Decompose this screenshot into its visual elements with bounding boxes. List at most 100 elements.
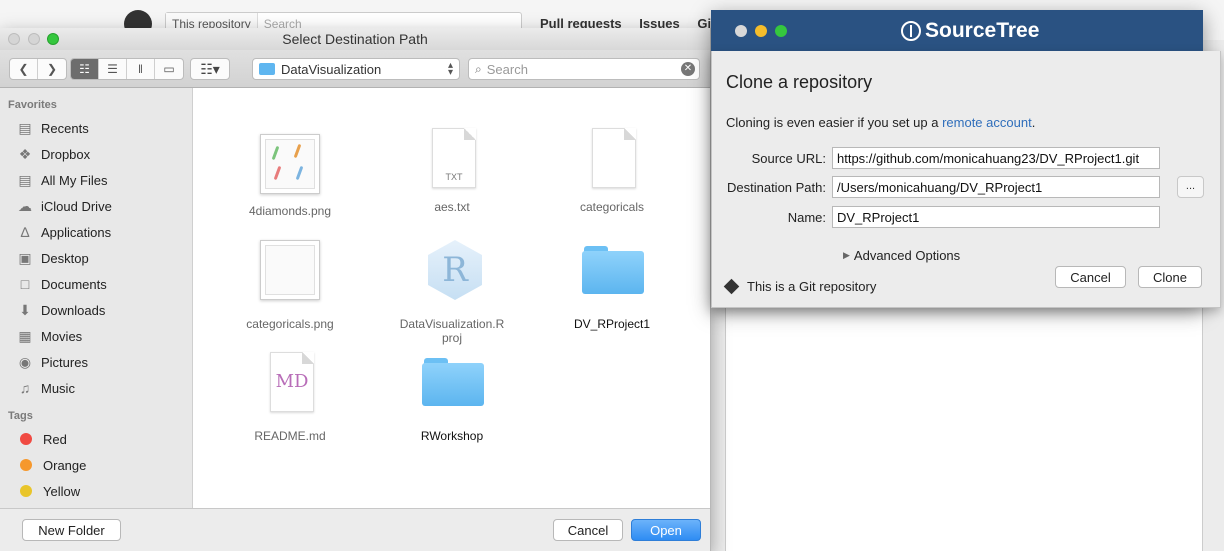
file-item[interactable]: TXT aes.txt — [377, 128, 527, 214]
all-files-icon: ▤ — [18, 171, 32, 188]
file-name: categoricals — [579, 200, 645, 214]
view-switcher: ☷ ☰ ‖ ▭ — [70, 58, 184, 80]
sourcetree-logo-icon — [901, 21, 921, 41]
cancel-button[interactable]: Cancel — [553, 519, 623, 541]
folder-icon — [582, 246, 644, 294]
finder-toolbar: ❮ ❯ ☷ ☰ ‖ ▭ ☷▾ DataVisualization ▴ ▾ ⌕ Se… — [0, 50, 710, 88]
advanced-options-label: Advanced Options — [853, 248, 961, 263]
file-item[interactable]: 4diamonds.png — [215, 134, 365, 218]
intro-prefix: Cloning is even easier if you set up a — [726, 115, 943, 130]
sidebar-label: Movies — [41, 328, 83, 344]
file-item[interactable]: R DataVisualization.R proj — [377, 240, 527, 345]
clone-button[interactable]: Clone — [1138, 266, 1202, 288]
sidebar-label: Applications — [41, 224, 112, 240]
sidebar-item-applications[interactable]: ∆ Applications — [0, 219, 192, 245]
sidebar-tag-orange[interactable]: Orange — [0, 452, 192, 478]
file-name: DV_RProject1 — [573, 317, 651, 331]
destination-label: Destination Path: — [726, 179, 826, 195]
new-folder-button[interactable]: New Folder — [22, 519, 121, 541]
column-view-icon[interactable]: ‖ — [127, 59, 155, 79]
dialog-title: Select Destination Path — [282, 31, 428, 47]
file-item[interactable]: categoricals — [537, 128, 687, 214]
minimize-button[interactable] — [755, 25, 767, 37]
advanced-options-toggle[interactable]: ▶ Advanced Options — [843, 248, 960, 263]
coverflow-view-icon[interactable]: ▭ — [155, 59, 183, 79]
sidebar-item-desktop[interactable]: ▣ Desktop — [0, 245, 192, 271]
destination-path-field[interactable] — [832, 176, 1160, 198]
file-item[interactable]: MD README.md — [215, 352, 365, 443]
sidebar-item-pictures[interactable]: ◉ Pictures — [0, 349, 192, 375]
tags-heading: Tags — [8, 410, 33, 422]
music-icon: ♫ — [19, 380, 31, 396]
sidebar-item-all-my-files[interactable]: ▤ All My Files — [0, 167, 192, 193]
red-tag-icon — [20, 433, 32, 445]
file-item[interactable]: categoricals.png — [215, 240, 365, 331]
file-name-line2: proj — [441, 331, 462, 345]
close-button[interactable] — [735, 25, 747, 37]
sidebar-label: iCloud Drive — [41, 198, 112, 214]
remote-account-link[interactable]: remote account — [942, 115, 1032, 130]
sidebar-item-dropbox[interactable]: ❖ Dropbox — [0, 141, 192, 167]
rproject-icon: R — [428, 240, 482, 300]
orange-tag-icon — [20, 459, 32, 471]
file-item[interactable]: DV_RProject1 — [537, 240, 687, 331]
file-ext: TXT — [445, 172, 463, 182]
icon-view-icon[interactable]: ☷ — [71, 59, 99, 79]
zoom-button[interactable] — [775, 25, 787, 37]
cancel-button[interactable]: Cancel — [1055, 266, 1126, 288]
forward-icon[interactable]: ❯ — [38, 59, 66, 79]
file-name: categoricals.png — [246, 317, 334, 331]
search-field[interactable]: ⌕ Search ✕ — [468, 58, 700, 80]
sidebar-item-downloads[interactable]: ⬇ Downloads — [0, 297, 192, 323]
file-name: DataVisualization.R proj — [377, 317, 527, 345]
sourcetree-brand: SourceTree — [901, 19, 1039, 43]
sidebar-tag-red[interactable]: Red — [0, 426, 192, 452]
sidebar-label: Recents — [41, 120, 89, 136]
name-label: Name: — [787, 209, 826, 225]
arrange-menu-icon[interactable]: ☷▾ — [190, 58, 230, 80]
sidebar-tag-yellow[interactable]: Yellow — [0, 478, 192, 504]
sidebar-item-icloud-drive[interactable]: ☁ iCloud Drive — [0, 193, 192, 219]
git-note-label: This is a Git repository — [747, 279, 877, 294]
file-name: aes.txt — [434, 200, 470, 214]
search-placeholder: Search — [486, 61, 528, 77]
name-row: Name: — [726, 206, 1160, 228]
finder-titlebar: Select Destination Path — [0, 28, 710, 50]
sidebar-label: Desktop — [41, 250, 89, 266]
blank-document-icon — [592, 128, 636, 188]
nav-buttons: ❮ ❯ — [9, 58, 67, 80]
cloud-icon: ☁ — [18, 197, 32, 214]
desktop-icon: ▣ — [18, 249, 32, 266]
file-name: README.md — [254, 429, 326, 443]
sidebar-label: Pictures — [41, 354, 88, 370]
recents-icon: ▤ — [18, 119, 32, 136]
clear-search-icon[interactable]: ✕ — [681, 62, 695, 76]
source-url-field[interactable] — [832, 147, 1160, 169]
sidebar-item-documents[interactable]: □ Documents — [0, 271, 192, 297]
sourcetree-titlebar: SourceTree — [711, 10, 1203, 51]
sidebar-label: Dropbox — [41, 146, 91, 162]
select-destination-dialog: Select Destination Path ❮ ❯ ☷ ☰ ‖ ▭ ☷▾ D… — [0, 28, 711, 551]
sidebar-item-recents[interactable]: ▤ Recents — [0, 115, 192, 141]
sidebar-item-music[interactable]: ♫ Music — [0, 375, 192, 401]
file-name-line1: DataVisualization.R — [399, 317, 505, 331]
back-icon[interactable]: ❮ — [10, 59, 38, 79]
browse-button[interactable]: ... — [1177, 176, 1204, 198]
sourcetree-window: SourceTree Clone a repository Cloning is… — [711, 10, 1221, 308]
applications-icon: ∆ — [20, 224, 30, 240]
sidebar-item-movies[interactable]: ▦ Movies — [0, 323, 192, 349]
downloads-icon: ⬇ — [19, 301, 31, 318]
location-popup[interactable]: DataVisualization ▴ ▾ — [252, 58, 460, 80]
finder-sidebar: Favorites ▤ Recents ❖ Dropbox ▤ All My File… — [0, 88, 193, 508]
open-button[interactable]: Open — [631, 519, 701, 541]
updown-chevron-icon: ▴ ▾ — [447, 60, 453, 78]
list-view-icon[interactable]: ☰ — [99, 59, 127, 79]
file-item[interactable]: RWorkshop — [377, 352, 527, 443]
intro-text: Cloning is even easier if you set up a r… — [726, 115, 1035, 130]
git-icon — [723, 278, 740, 295]
sidebar-label: Music — [41, 380, 75, 396]
sidebar-label: Downloads — [41, 302, 106, 318]
folder-icon — [259, 63, 275, 75]
finder-bottom-bar: New Folder Cancel Open — [0, 508, 710, 551]
name-field[interactable] — [832, 206, 1160, 228]
